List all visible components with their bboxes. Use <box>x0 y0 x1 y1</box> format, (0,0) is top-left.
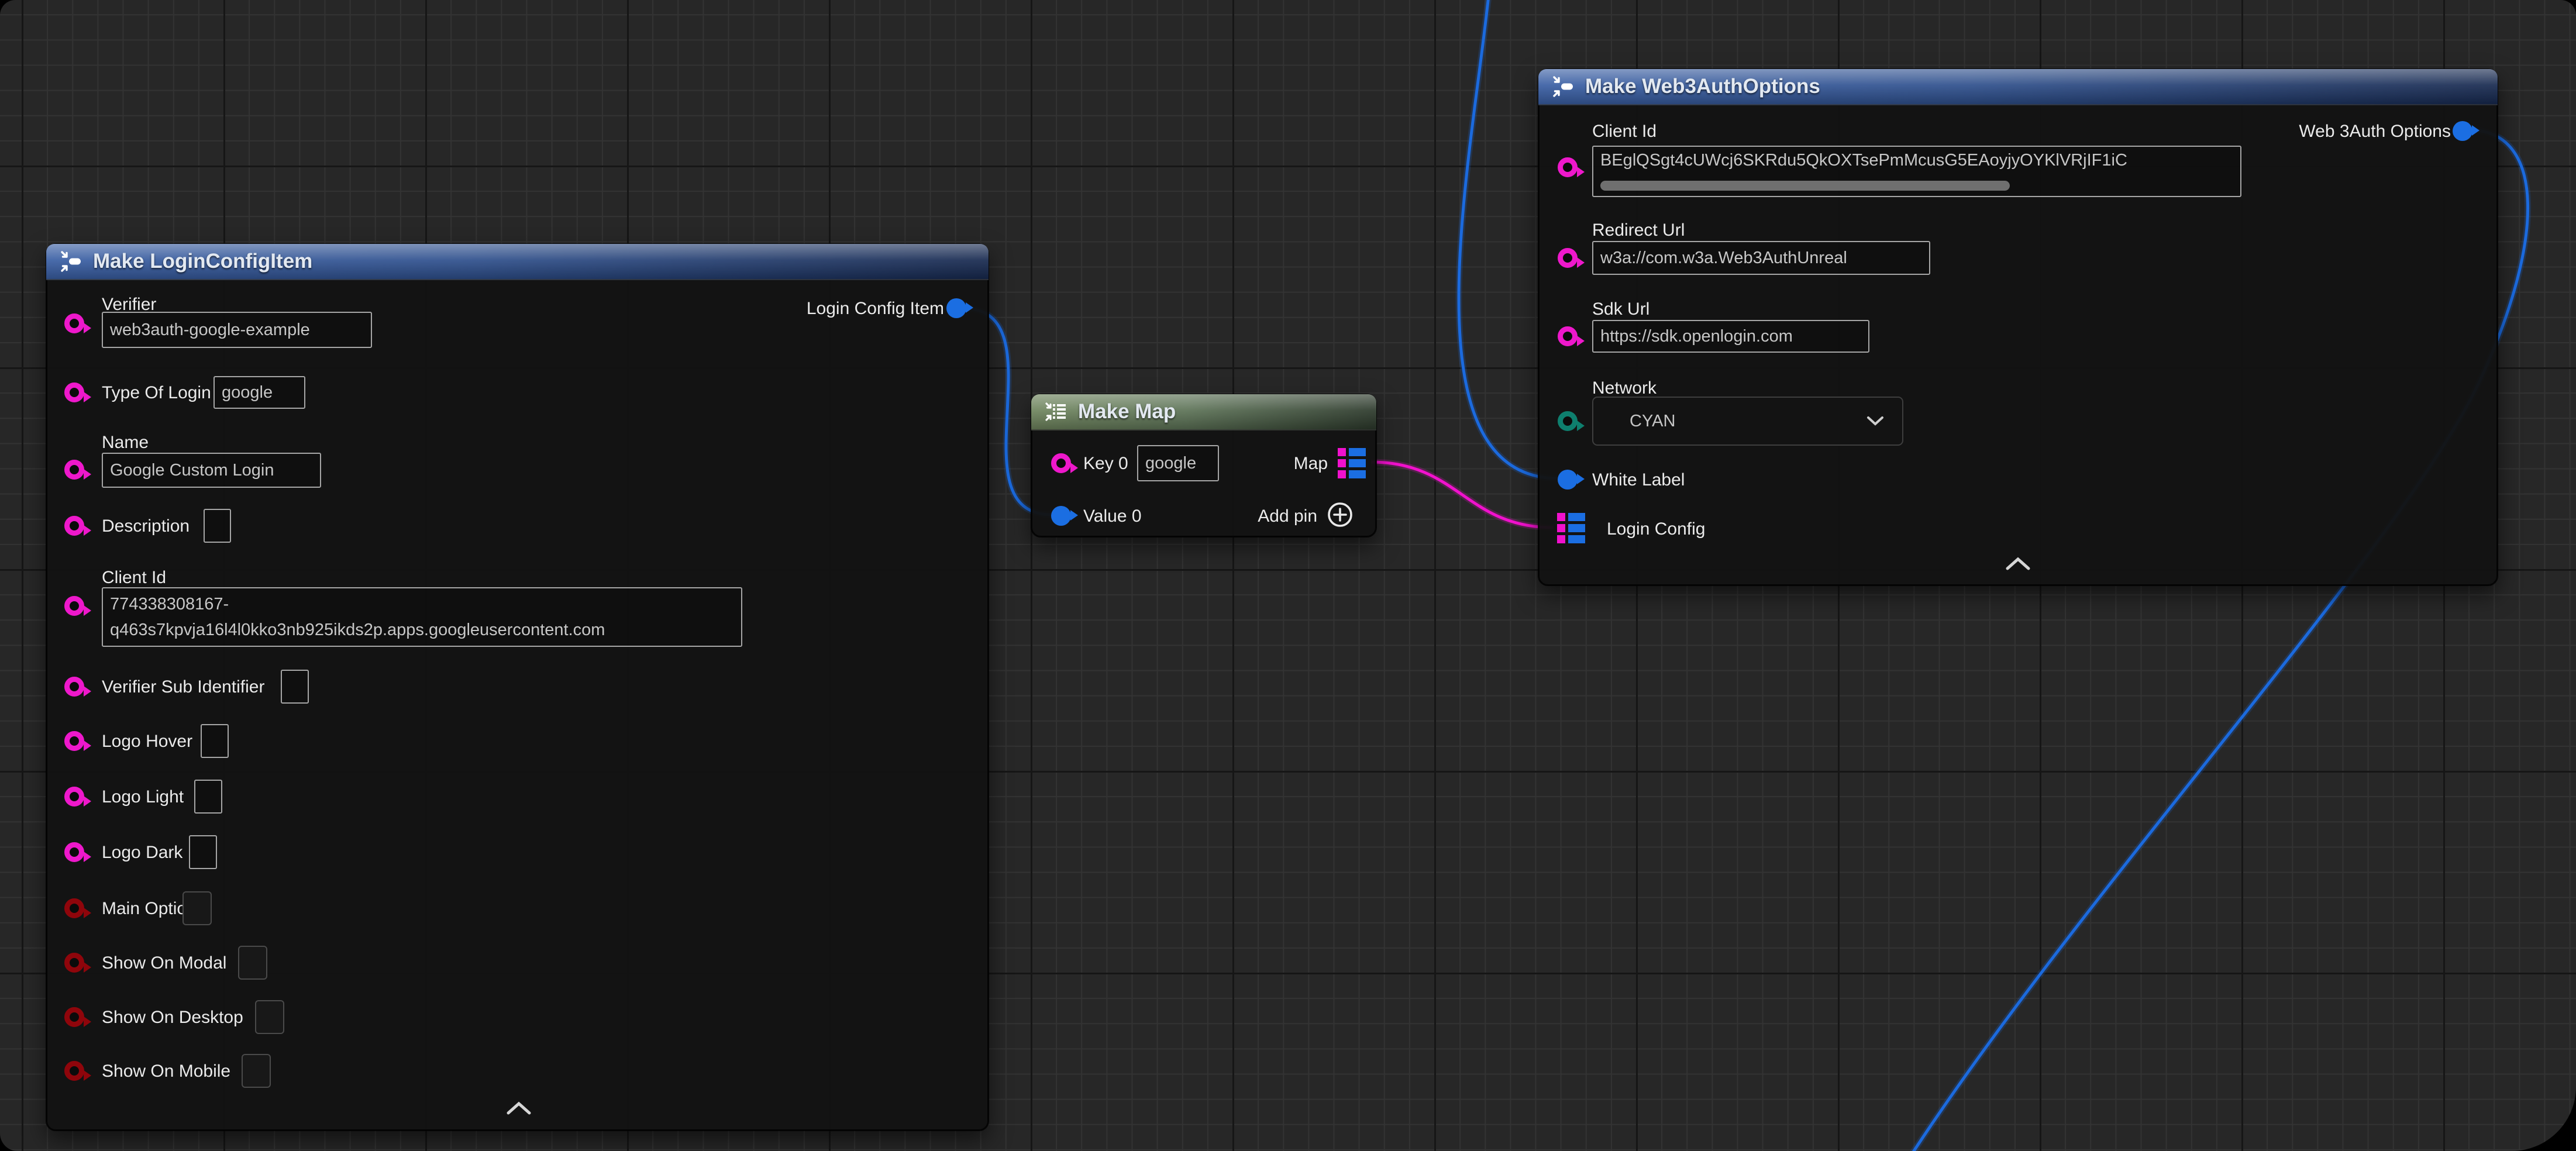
pin-label-client-id: Client Id <box>1592 122 1657 141</box>
pin-label-web3auth-options: Web 3Auth Options <box>2299 122 2451 141</box>
description-pin[interactable] <box>64 516 84 536</box>
sdk-url-input[interactable]: https://sdk.openlogin.com <box>1592 320 1869 353</box>
logo-hover-pin[interactable] <box>64 731 84 751</box>
verifier-sub-identifier-input[interactable] <box>281 670 309 704</box>
show-on-desktop-checkbox[interactable] <box>255 1000 284 1034</box>
map-output-pin[interactable] <box>1338 448 1366 478</box>
pin-label-sdk-url: Sdk Url <box>1592 300 1649 319</box>
pin-label-map: Map <box>1294 454 1328 473</box>
node-title: Make Map <box>1078 400 1176 423</box>
add-pin-icon[interactable] <box>1326 501 1354 529</box>
verifier-pin[interactable] <box>64 313 84 333</box>
client-id-horizontal-scrollbar[interactable] <box>1600 181 2010 191</box>
client-id-value: BEglQSgt4cUWcj6SKRdu5QkOXTsePmMcusG5EAoy… <box>1600 151 2127 170</box>
pin-label-logo-dark: Logo Dark <box>102 843 182 862</box>
redirect-url-value: w3a://com.w3a.Web3AuthUnreal <box>1600 249 1847 268</box>
collapse-chevron-icon[interactable] <box>501 1098 536 1119</box>
pin-label-description: Description <box>102 517 190 536</box>
pin-label-show-on-mobile: Show On Mobile <box>102 1062 230 1081</box>
key0-input[interactable]: google <box>1137 445 1219 481</box>
type-of-login-value: google <box>222 383 273 402</box>
node-header-make-map[interactable]: Make Map <box>1031 394 1376 430</box>
type-of-login-pin[interactable] <box>64 382 84 402</box>
show-on-desktop-pin[interactable] <box>64 1007 84 1027</box>
make-struct-icon <box>58 249 84 274</box>
pin-label-network: Network <box>1592 379 1657 398</box>
show-on-mobile-checkbox[interactable] <box>242 1054 271 1088</box>
client-id-value-line2: q463s7kpvja16l4l0kko3nb925ikds2p.apps.go… <box>110 617 605 643</box>
pin-label-login-config: Login Config <box>1607 520 1705 539</box>
chevron-down-icon <box>1866 415 1885 427</box>
node-header-make-web3authoptions[interactable]: Make Web3AuthOptions <box>1538 69 2498 105</box>
key0-pin[interactable] <box>1051 453 1071 473</box>
show-on-modal-checkbox[interactable] <box>238 946 267 980</box>
node-make-loginconfigitem[interactable]: Make LoginConfigItem Login Config Item V… <box>46 244 989 1131</box>
logo-light-input[interactable] <box>194 780 222 814</box>
redirect-url-input[interactable]: w3a://com.w3a.Web3AuthUnreal <box>1592 241 1930 275</box>
make-map-icon <box>1043 399 1069 425</box>
pin-label-type-of-login: Type Of Login <box>102 384 211 402</box>
node-title: Make Web3AuthOptions <box>1585 75 1820 98</box>
pin-label-white-label: White Label <box>1592 471 1685 490</box>
logo-dark-pin[interactable] <box>64 842 84 862</box>
client-id-input[interactable]: 774338308167- q463s7kpvja16l4l0kko3nb925… <box>102 587 742 647</box>
pin-label-login-config-item: Login Config Item <box>807 299 944 318</box>
network-pin[interactable] <box>1558 411 1578 431</box>
show-on-mobile-pin[interactable] <box>64 1061 84 1081</box>
node-make-map[interactable]: Make Map Key 0 google Map Value 0 Add pi… <box>1031 394 1376 537</box>
redirect-url-pin[interactable] <box>1558 248 1578 268</box>
white-label-pin[interactable] <box>1558 470 1578 490</box>
main-option-pin[interactable] <box>64 898 84 918</box>
logo-dark-input[interactable] <box>189 835 217 869</box>
sdk-url-pin[interactable] <box>1558 326 1578 346</box>
blueprint-graph-canvas[interactable]: Make LoginConfigItem Login Config Item V… <box>0 0 2576 1151</box>
logo-hover-input[interactable] <box>201 724 229 758</box>
pin-label-value0: Value 0 <box>1083 507 1142 526</box>
verifier-input[interactable]: web3auth-google-example <box>102 312 372 348</box>
node-header-make-loginconfigitem[interactable]: Make LoginConfigItem <box>46 244 989 280</box>
logo-light-pin[interactable] <box>64 787 84 807</box>
pin-label-client-id: Client Id <box>102 568 166 587</box>
pin-label-redirect-url: Redirect Url <box>1592 221 1685 240</box>
pin-label-show-on-modal: Show On Modal <box>102 954 226 973</box>
make-struct-icon <box>1550 74 1576 99</box>
verifier-sub-identifier-pin[interactable] <box>64 677 84 697</box>
verifier-value: web3auth-google-example <box>110 321 310 340</box>
type-of-login-input[interactable]: google <box>213 376 305 409</box>
login-config-pin[interactable] <box>1557 513 1585 543</box>
client-id-pin[interactable] <box>64 596 84 616</box>
node-title: Make LoginConfigItem <box>93 250 312 273</box>
client-id-value-line1: 774338308167- <box>110 591 229 617</box>
pin-label-show-on-desktop: Show On Desktop <box>102 1008 243 1027</box>
node-make-web3authoptions[interactable]: Make Web3AuthOptions Web 3Auth Options C… <box>1538 69 2498 585</box>
key0-value: google <box>1145 454 1196 473</box>
description-input[interactable] <box>204 509 231 543</box>
pin-label-name: Name <box>102 433 149 452</box>
pin-label-logo-hover: Logo Hover <box>102 732 192 751</box>
web3auth-options-output-pin[interactable] <box>2453 121 2472 141</box>
client-id-input[interactable]: BEglQSgt4cUWcj6SKRdu5QkOXTsePmMcusG5EAoy… <box>1592 146 2241 197</box>
main-option-checkbox[interactable] <box>182 891 212 925</box>
pin-label-verifier-sub-identifier: Verifier Sub Identifier <box>102 678 264 697</box>
name-input[interactable]: Google Custom Login <box>102 453 321 488</box>
sdk-url-value: https://sdk.openlogin.com <box>1600 327 1793 346</box>
client-id-pin[interactable] <box>1558 157 1578 177</box>
show-on-modal-pin[interactable] <box>64 953 84 973</box>
name-value: Google Custom Login <box>110 461 274 480</box>
pin-label-key0: Key 0 <box>1083 454 1128 473</box>
name-pin[interactable] <box>64 460 84 480</box>
add-pin-label: Add pin <box>1258 507 1317 526</box>
value0-pin[interactable] <box>1051 506 1071 526</box>
network-selected-value: CYAN <box>1630 412 1675 431</box>
collapse-chevron-icon[interactable] <box>2000 553 2036 574</box>
login-config-item-output-pin[interactable] <box>946 298 966 318</box>
network-dropdown[interactable]: CYAN <box>1592 397 1903 446</box>
pin-label-logo-light: Logo Light <box>102 788 184 807</box>
